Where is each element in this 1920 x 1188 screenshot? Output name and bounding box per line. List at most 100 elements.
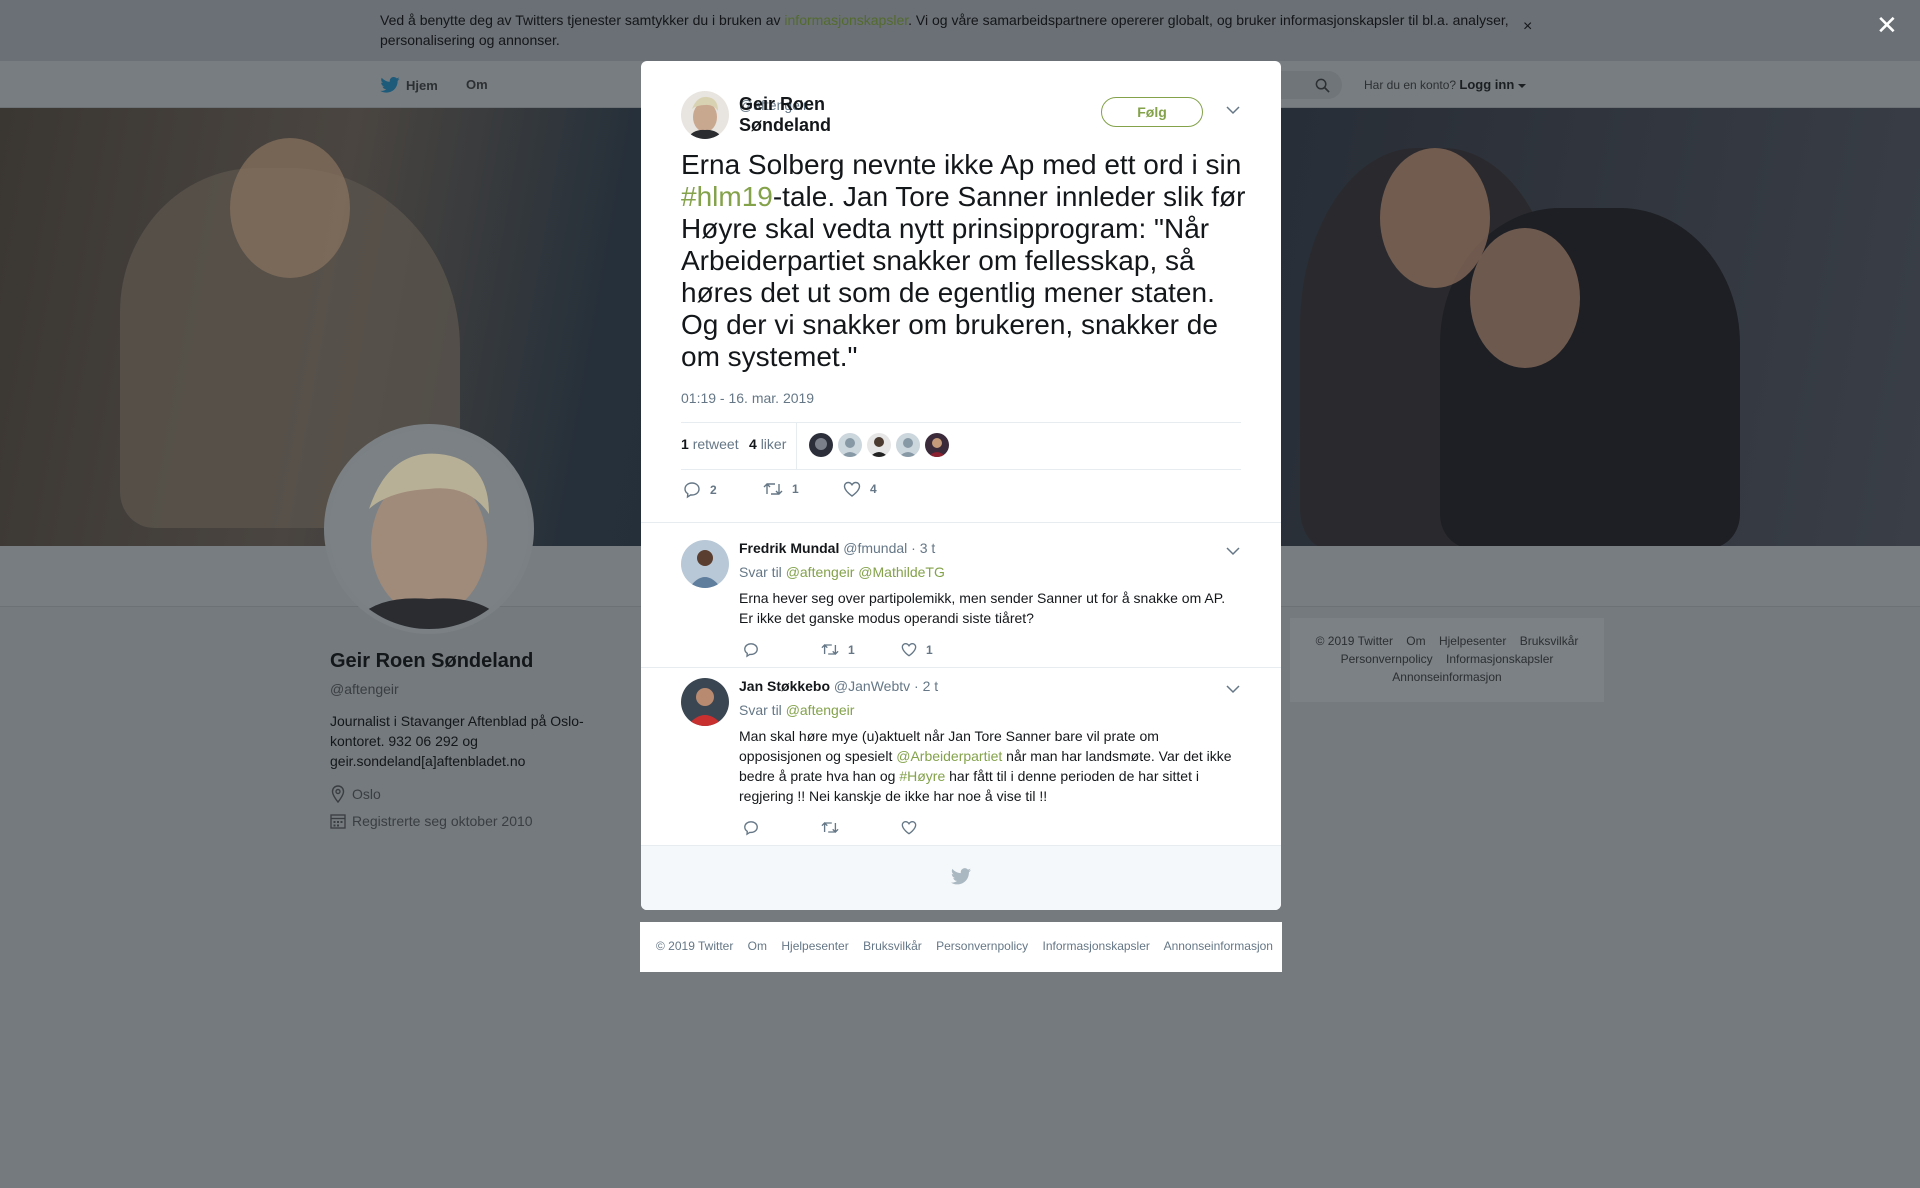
reply-text: Erna hever seg over partipolemikk, men s…: [739, 590, 1226, 626]
reply-divider: [641, 667, 1281, 668]
location-pin-icon: [331, 785, 345, 803]
likers-avatars: [809, 433, 949, 457]
mention-link[interactable]: @MathildeTG: [858, 564, 945, 580]
cookie-close-button[interactable]: ×: [1523, 18, 1532, 36]
reply-reply-button[interactable]: [743, 642, 759, 658]
chevron-down-icon[interactable]: [1226, 105, 1240, 115]
like-button[interactable]: 4: [843, 481, 877, 497]
mention-link[interactable]: @aftengeir: [786, 702, 855, 718]
mention-link[interactable]: @aftengeir: [786, 564, 855, 580]
profile-avatar[interactable]: [324, 424, 534, 634]
nav-about[interactable]: Om: [466, 77, 488, 92]
liker-avatar[interactable]: [925, 433, 949, 457]
side-footer-terms[interactable]: Bruksvilkår: [1520, 634, 1579, 648]
reply-body: Jan Støkkebo @JanWebtv · 2 t Svar til @a…: [739, 678, 1239, 836]
profile-card: Geir Roen Søndeland @aftengeir Journalis…: [330, 650, 630, 829]
tweet-header: Geir Roen Søndeland @aftengeir Følg: [681, 91, 1241, 145]
profile-handle[interactable]: @aftengeir: [330, 681, 630, 697]
footer-help[interactable]: Hjelpesenter: [781, 939, 848, 953]
hashtag-link[interactable]: #Høyre: [899, 768, 945, 784]
profile-name[interactable]: Geir Roen Søndeland: [330, 650, 630, 673]
tweet-stats: 1 retweet 4 liker: [681, 422, 1241, 470]
tweet-text-part: Erna Solberg nevnte ikke Ap med ett ord …: [681, 149, 1242, 180]
liker-avatar[interactable]: [867, 433, 891, 457]
nav-home[interactable]: Hjem: [380, 77, 438, 93]
reply-reply-button[interactable]: [743, 820, 759, 836]
footer-cookies[interactable]: Informasjonskapsler: [1043, 939, 1150, 953]
profile-bio: Journalist i Stavanger Aftenblad på Oslo…: [330, 713, 584, 769]
footer-about[interactable]: Om: [748, 939, 767, 953]
side-footer-help[interactable]: Hjelpesenter: [1439, 634, 1506, 648]
side-footer-cookies[interactable]: Informasjonskapsler: [1446, 652, 1553, 666]
side-footer-privacy[interactable]: Personvernpolicy: [1341, 652, 1433, 666]
tweet-hashtag[interactable]: #hlm19: [681, 181, 773, 212]
reply-like-button[interactable]: 1: [901, 642, 933, 657]
reply-time[interactable]: · 2 t: [914, 678, 938, 694]
liker-avatar[interactable]: [896, 433, 920, 457]
side-footer-ads[interactable]: Annonseinformasjon: [1392, 670, 1501, 684]
reply-retweet-count: 1: [848, 642, 855, 657]
profile-location-text: Oslo: [352, 786, 381, 802]
tweet-timestamp[interactable]: 01:19 - 16. mar. 2019: [681, 390, 814, 406]
reply-to-line: Svar til @aftengeir: [739, 702, 1239, 718]
login-prompt: Har du en konto?: [1364, 78, 1457, 92]
like-stat[interactable]: 4 liker: [749, 436, 786, 452]
liker-avatar[interactable]: [809, 433, 833, 457]
reply-actions: [739, 820, 1239, 836]
reply-author-handle[interactable]: @fmundal: [843, 540, 907, 556]
caret-down-icon: [1517, 84, 1526, 88]
reply-icon: [744, 643, 758, 658]
mention-link[interactable]: @Arbeiderpartiet: [896, 748, 1002, 764]
profile-joined: Registrerte seg oktober 2010: [330, 813, 630, 829]
reply-like-button[interactable]: [901, 820, 917, 835]
tweet-author-avatar[interactable]: [681, 91, 729, 139]
cookie-link[interactable]: informasjonskapsler: [784, 12, 908, 28]
nav-home-label: Hjem: [406, 77, 438, 93]
side-footer: © 2019 Twitter Om Hjelpesenter Bruksvilk…: [1290, 618, 1604, 702]
footer-copyright: © 2019 Twitter: [656, 939, 734, 953]
side-footer-about[interactable]: Om: [1406, 634, 1425, 648]
reply-author-name[interactable]: Fredrik Mundal: [739, 540, 839, 556]
footer-ads[interactable]: Annonseinformasjon: [1164, 939, 1273, 953]
tweet-actions: 2 1 4: [681, 481, 1241, 501]
liker-avatar[interactable]: [838, 433, 862, 457]
reply-retweet-button[interactable]: 1: [821, 642, 855, 657]
tweet-author[interactable]: Geir Roen Søndeland @aftengeir: [739, 94, 831, 135]
retweet-icon: [763, 483, 783, 495]
retweet-button[interactable]: 1: [763, 481, 799, 497]
reply-retweet-button[interactable]: [821, 820, 839, 835]
tweet-author-name[interactable]: Geir Roen Søndeland: [739, 94, 831, 136]
footer-terms[interactable]: Bruksvilkår: [863, 939, 922, 953]
follow-button[interactable]: Følg: [1101, 97, 1203, 127]
reply-like-count: 1: [926, 642, 933, 657]
chevron-down-icon[interactable]: [1226, 684, 1240, 694]
heart-icon: [843, 481, 861, 497]
reply-avatar[interactable]: [681, 678, 729, 726]
cookie-banner: Ved å benytte deg av Twitters tjenester …: [0, 0, 1920, 61]
retweet-count: 1: [681, 436, 689, 452]
heart-icon: [901, 643, 917, 657]
tweet-modal: Geir Roen Søndeland @aftengeir Følg Erna…: [641, 61, 1281, 910]
footer-privacy[interactable]: Personvernpolicy: [936, 939, 1028, 953]
reply-count: 2: [710, 483, 717, 497]
heart-icon: [901, 821, 917, 835]
calendar-icon: [330, 814, 346, 829]
profile-joined-text: Registrerte seg oktober 2010: [352, 813, 533, 829]
reply-author-handle[interactable]: @JanWebtv: [834, 678, 910, 694]
reply-to-line: Svar til @aftengeir @MathildeTG: [739, 564, 1239, 580]
login-button[interactable]: Logg inn: [1459, 77, 1514, 92]
search-icon: [1315, 78, 1330, 93]
retweet-icon: [821, 644, 839, 655]
reply-time[interactable]: · 3 t: [911, 540, 935, 556]
section-divider: [641, 522, 1281, 523]
twitter-bird-icon: [380, 77, 400, 93]
reply-avatar[interactable]: [681, 540, 729, 588]
reply-button[interactable]: 2: [683, 481, 717, 499]
retweet-stat[interactable]: 1 retweet: [681, 436, 739, 452]
close-modal-button[interactable]: ✕: [1876, 12, 1898, 38]
profile-location: Oslo: [330, 785, 630, 803]
stats-divider: [796, 423, 797, 469]
cookie-text-before: Ved å benytte deg av Twitters tjenester …: [380, 12, 785, 28]
reply-author-name[interactable]: Jan Støkkebo: [739, 678, 830, 694]
chevron-down-icon[interactable]: [1226, 546, 1240, 556]
